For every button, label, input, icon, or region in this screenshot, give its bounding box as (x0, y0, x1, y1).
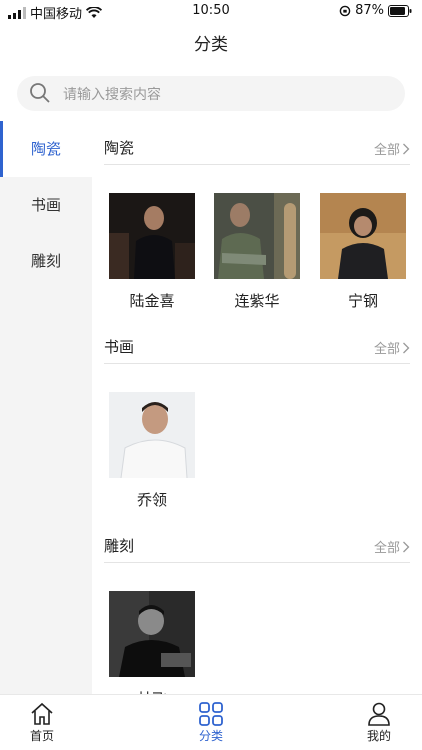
artist-photo (109, 591, 195, 677)
artist-photo (214, 193, 300, 279)
view-all-label: 全部 (373, 541, 400, 556)
artist-name: 连紫华 (234, 292, 280, 310)
search-bar[interactable]: 请输入搜索内容 (17, 76, 405, 111)
sidebar-item-painting[interactable]: 书画 (0, 177, 92, 233)
sidebar-item-ceramics[interactable]: 陶瓷 (0, 121, 92, 177)
category-content: 陶瓷 全部 陆金喜 连紫华 宁钢 书画 全部 乔领 雕刻 全部 (92, 121, 422, 694)
grid-icon (199, 702, 223, 726)
category-sidebar: 陶瓷 书画 雕刻 (0, 121, 92, 694)
artist-name: 陆金喜 (129, 292, 175, 310)
section-header-ceramics: 陶瓷 全部 (104, 121, 410, 165)
sidebar-item-carving[interactable]: 雕刻 (0, 233, 92, 289)
tab-category[interactable]: 分类 (171, 701, 251, 744)
bottom-tab-bar: 首页 分类 我的 (0, 694, 422, 750)
chevron-right-icon (403, 143, 410, 154)
tab-profile[interactable]: 我的 (339, 701, 419, 744)
home-icon (31, 702, 53, 725)
tab-home[interactable]: 首页 (2, 701, 82, 744)
artist-card[interactable]: 林飞 (109, 591, 195, 694)
chevron-right-icon (403, 541, 410, 552)
orientation-lock-icon (339, 5, 351, 16)
artist-photo (109, 193, 195, 279)
section-header-painting: 书画 全部 (104, 320, 410, 364)
artist-card[interactable]: 陆金喜 (109, 193, 195, 311)
section-title: 书画 (104, 338, 135, 356)
user-icon (368, 702, 390, 726)
tab-label: 分类 (198, 729, 223, 743)
search-icon (30, 83, 50, 103)
artist-name: 乔领 (136, 491, 167, 509)
battery-percent: 87% (355, 3, 384, 18)
status-bar: 中国移动 10:50 87% (0, 0, 422, 22)
artist-photo (109, 392, 195, 478)
artist-photo (320, 193, 406, 279)
view-all-label: 全部 (373, 342, 400, 357)
view-all-link[interactable]: 全部 (374, 338, 410, 357)
section-header-carving: 雕刻 全部 (104, 519, 410, 563)
chevron-right-icon (403, 342, 410, 353)
battery-icon (388, 4, 412, 17)
view-all-link[interactable]: 全部 (374, 537, 410, 556)
artist-card[interactable]: 宁钢 (320, 193, 406, 311)
section-title: 陶瓷 (104, 139, 135, 157)
artist-card[interactable]: 连紫华 (214, 193, 300, 311)
search-input[interactable]: 请输入搜索内容 (63, 84, 161, 104)
status-right: 87% (339, 3, 412, 18)
view-all-link[interactable]: 全部 (374, 139, 410, 158)
view-all-label: 全部 (373, 143, 400, 158)
artist-name: 宁钢 (347, 292, 378, 310)
tab-label: 首页 (29, 729, 54, 743)
artist-card[interactable]: 乔领 (109, 392, 195, 510)
tab-label: 我的 (366, 729, 391, 743)
section-title: 雕刻 (104, 537, 135, 555)
page-title: 分类 (194, 35, 228, 55)
